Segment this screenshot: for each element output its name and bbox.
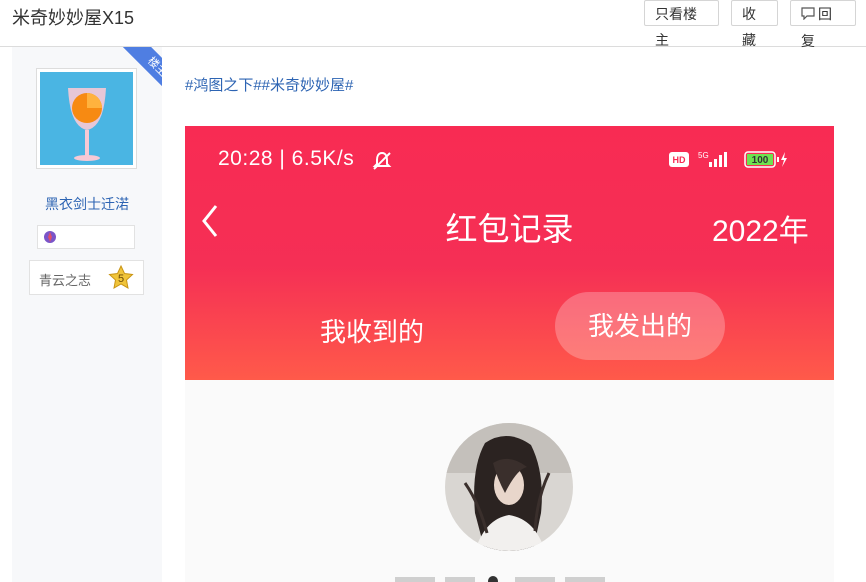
tab-sent[interactable]: 我发出的 (555, 292, 725, 360)
status-icons: HD 5G 100 (669, 148, 809, 177)
user-level: 青云之志 5 (29, 260, 144, 295)
avatar-image (40, 72, 133, 165)
status-time: 20:28 | 6.5K/s (218, 147, 355, 170)
level-name: 青云之志 (39, 274, 92, 289)
level-star-icon: 5 (108, 264, 134, 296)
year-selector[interactable]: 2022年 (712, 206, 809, 250)
medal-box (37, 225, 135, 249)
network-label: 5G (698, 151, 709, 160)
profile-photo (445, 423, 573, 551)
level-number: 5 (118, 273, 124, 285)
hd-icon: HD (673, 155, 686, 165)
tab-received[interactable]: 我收到的 (320, 312, 424, 349)
favorite-button[interactable]: 收藏 (731, 0, 778, 48)
avatar[interactable] (36, 68, 137, 169)
thread-title: 米奇妙妙屋X15 (12, 8, 135, 28)
author-username[interactable]: 黑衣剑士迁渃 (12, 194, 162, 214)
only-op-button[interactable]: 只看楼主 (644, 0, 719, 48)
comment-icon (801, 2, 815, 28)
cropped-content (385, 570, 635, 582)
post-image[interactable]: 20:28 | 6.5K/s HD 5G 100 红包记录 2022年 我收到的… (185, 126, 834, 582)
battery-level: 100 (752, 155, 769, 166)
topic-tags[interactable]: #鸿图之下##米奇妙妙屋# (185, 74, 353, 95)
author-panel: 楼主 黑衣剑士迁渃 青云之志 5 (12, 47, 162, 582)
medal-icon (44, 231, 56, 243)
mute-icon (372, 151, 392, 170)
app-header: 20:28 | 6.5K/s HD 5G 100 红包记录 2022年 我收到的… (185, 126, 834, 380)
reply-button[interactable]: 回复 (790, 0, 856, 49)
thread-header: 米奇妙妙屋X15 只看楼主 收藏 回复 (0, 0, 866, 49)
